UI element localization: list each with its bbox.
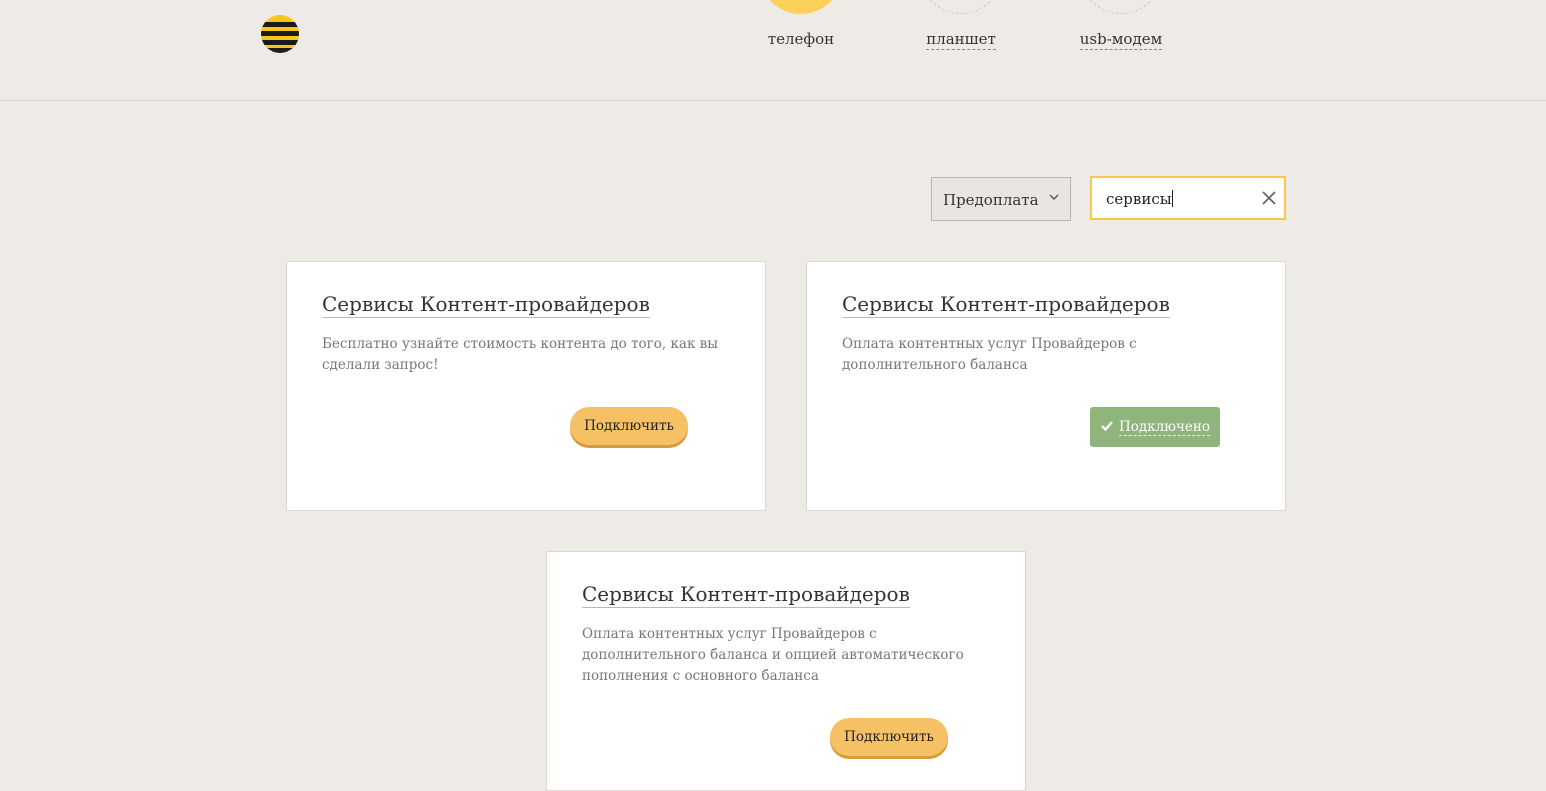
text-caret: [1171, 190, 1173, 207]
payment-type-value: Предоплата: [943, 191, 1039, 209]
service-card: Сервисы Контент-провайдеров Оплата конте…: [546, 551, 1026, 791]
service-card: Сервисы Контент-провайдеров Оплата конте…: [806, 261, 1286, 511]
connect-button[interactable]: Подключить: [570, 407, 688, 445]
logo-stripe: [261, 48, 299, 53]
beeline-logo[interactable]: [261, 15, 299, 53]
device-tab-label: usb-модем: [1079, 30, 1163, 50]
modem-device-icon: [1079, 0, 1163, 14]
connected-label: Подключено: [1118, 419, 1211, 436]
site-header: телефон планшет usb-модем: [0, 0, 1546, 101]
logo-stripe: [261, 40, 299, 45]
connect-button[interactable]: Подключить: [830, 718, 948, 756]
logo-stripe: [261, 22, 299, 27]
service-title-link[interactable]: Сервисы Контент-провайдеров: [322, 292, 650, 318]
device-tab-label: телефон: [767, 30, 835, 48]
phone-device-icon: [759, 0, 843, 14]
close-icon[interactable]: [1260, 189, 1278, 207]
logo-stripe: [261, 31, 299, 36]
service-title-link[interactable]: Сервисы Контент-провайдеров: [582, 582, 910, 608]
tablet-device-icon: [919, 0, 1003, 14]
search-input[interactable]: сервисы: [1090, 176, 1286, 220]
service-card: Сервисы Контент-провайдеров Бесплатно уз…: [286, 261, 766, 511]
service-description: Оплата контентных услуг Провайдеров с до…: [842, 336, 1137, 373]
checkmark-icon: [1101, 421, 1113, 432]
search-value: сервисы: [1106, 190, 1173, 208]
service-description: Бесплатно узнайте стоимость контента до …: [322, 336, 719, 373]
service-title-link[interactable]: Сервисы Контент-провайдеров: [842, 292, 1170, 318]
service-description: Оплата контентных услуг Провайдеров с до…: [582, 626, 964, 684]
payment-type-select[interactable]: Предоплата: [931, 177, 1071, 221]
device-tab-label: планшет: [926, 30, 996, 50]
chevron-down-icon: [1049, 194, 1059, 200]
connected-button[interactable]: Подключено: [1090, 407, 1220, 447]
